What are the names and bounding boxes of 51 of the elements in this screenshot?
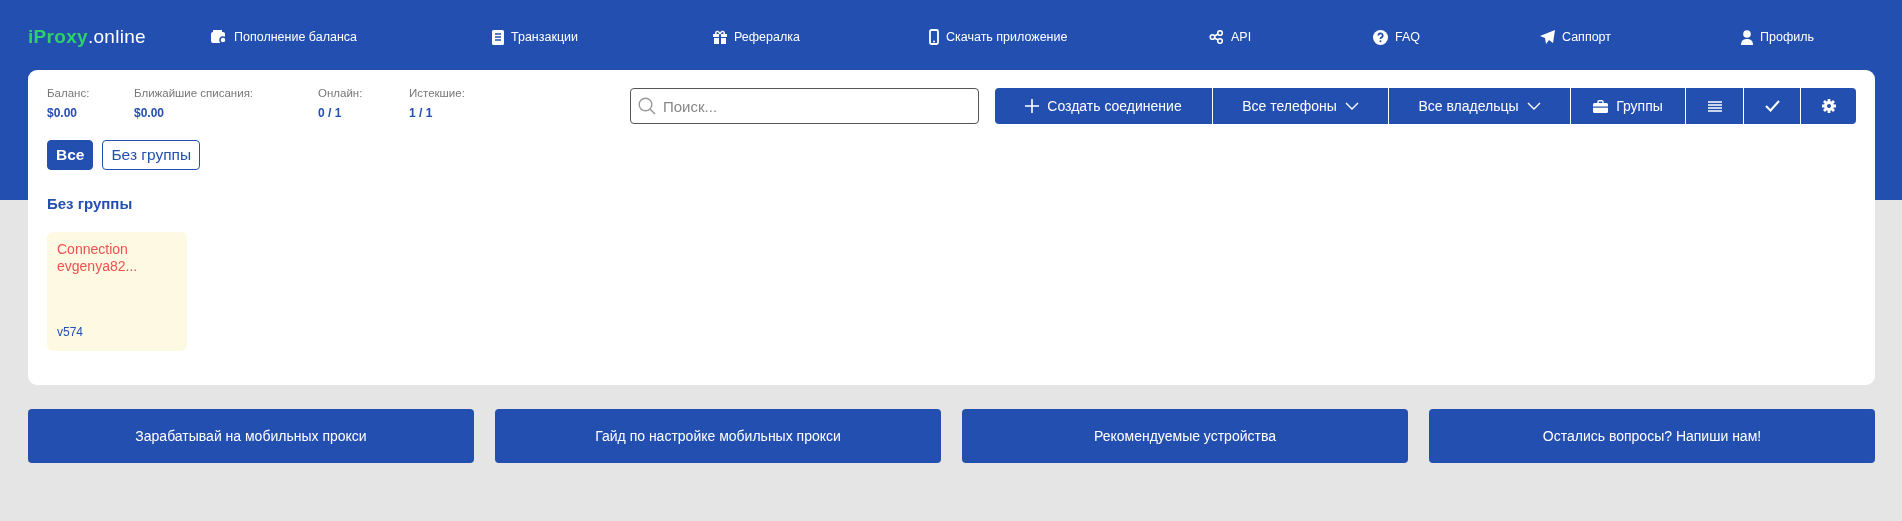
connection-name: Connection evgenya82... bbox=[57, 241, 139, 275]
nav-link[interactable]: Транзакции bbox=[492, 29, 579, 45]
dropdown-button[interactable]: Все телефоны bbox=[1212, 88, 1388, 124]
info-link-button[interactable]: Остались вопросы? Напиши нам! bbox=[1429, 409, 1875, 463]
search-icon bbox=[638, 97, 656, 115]
plus-icon bbox=[1025, 99, 1040, 113]
stat-value: 0 / 1 bbox=[318, 106, 343, 120]
version-label: v574 bbox=[57, 325, 85, 339]
search-field[interactable]: Поиск... bbox=[630, 88, 979, 124]
nav-link[interactable]: FAQ bbox=[1373, 29, 1420, 45]
chevron-down-icon bbox=[1344, 102, 1359, 110]
list-button[interactable] bbox=[1685, 88, 1743, 124]
stat-value: $0.00 bbox=[134, 106, 166, 120]
select-button[interactable] bbox=[1743, 88, 1800, 124]
connection-card[interactable]: Connection evgenya82... v574 bbox=[47, 232, 187, 351]
check-icon bbox=[1764, 100, 1780, 112]
nav-link[interactable]: Пополнение баланса bbox=[211, 30, 358, 44]
stat-label: Баланс: bbox=[47, 87, 91, 99]
dropdown-button[interactable]: Все владельцы bbox=[1388, 88, 1570, 124]
nav-link[interactable]: Профиль bbox=[1741, 29, 1814, 45]
phone-icon bbox=[929, 29, 939, 45]
groups-button[interactable]: Группы bbox=[1570, 88, 1685, 124]
stat-label: Ближайшие списания: bbox=[134, 87, 255, 99]
info-link-button[interactable]: Зарабатывай на мобильных прокси bbox=[28, 409, 474, 463]
document-icon bbox=[492, 29, 504, 45]
nodes-icon bbox=[1209, 30, 1224, 44]
stat-value: 1 / 1 bbox=[409, 106, 434, 120]
gift-icon bbox=[713, 30, 727, 44]
chevron-down-icon bbox=[1526, 102, 1541, 110]
logo[interactable]: iProxy.online bbox=[28, 26, 211, 48]
create-button[interactable]: Создать соединение bbox=[995, 88, 1212, 124]
filter-tab[interactable]: Без группы bbox=[102, 140, 201, 170]
info-link-button[interactable]: Рекомендуемые устройства bbox=[962, 409, 1408, 463]
user-icon bbox=[1741, 29, 1753, 45]
filter-tab[interactable]: Все bbox=[47, 140, 94, 170]
nav-link[interactable]: Саппорт bbox=[1540, 29, 1611, 45]
stat-value: $0.00 bbox=[47, 106, 79, 120]
settings-button[interactable] bbox=[1800, 88, 1856, 124]
wallet-icon bbox=[211, 30, 227, 44]
list-icon bbox=[1707, 100, 1722, 112]
paper-plane-icon bbox=[1540, 29, 1555, 45]
info-link-button[interactable]: Гайд по настройке мобильных прокси bbox=[495, 409, 941, 463]
stat-label: Истекшие: bbox=[409, 87, 466, 99]
group-title: Без группы bbox=[47, 195, 134, 212]
nav-link[interactable]: API bbox=[1209, 30, 1252, 44]
settings-icon bbox=[1821, 99, 1836, 113]
help-icon bbox=[1373, 29, 1388, 45]
briefcase-icon bbox=[1593, 99, 1609, 113]
stat-label: Онлайн: bbox=[318, 87, 364, 99]
nav-link[interactable]: Рефералка bbox=[713, 30, 800, 44]
nav-link[interactable]: Скачать приложение bbox=[929, 29, 1068, 45]
